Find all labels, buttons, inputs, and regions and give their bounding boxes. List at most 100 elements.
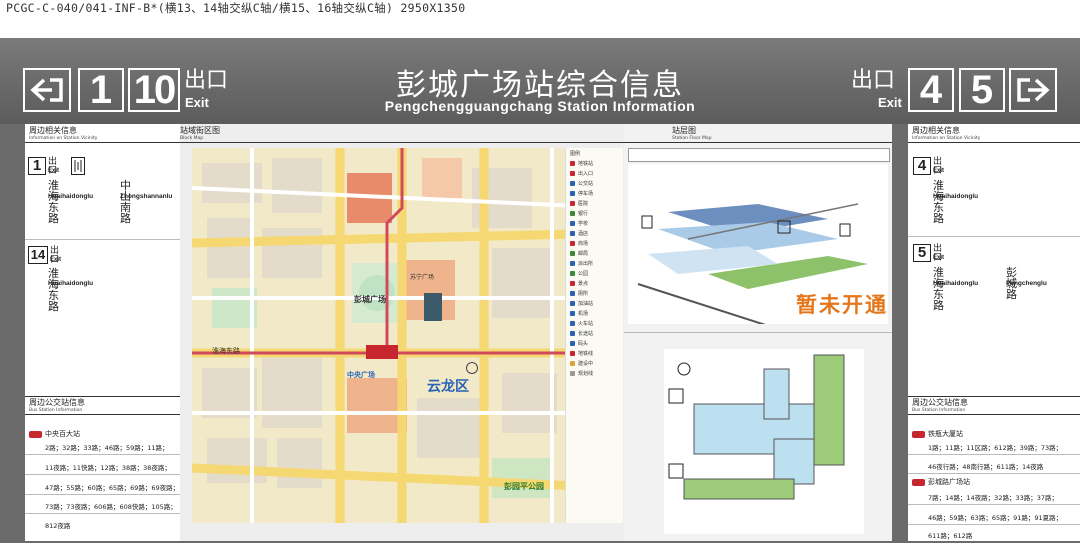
legend-item: 学校 (570, 220, 588, 227)
divider (624, 142, 892, 143)
legend-item: 厕所 (570, 290, 588, 297)
legend-item: 酒店 (570, 230, 588, 237)
bus-line-row: 46夜行路；48南行路；611路；14夜路 (928, 463, 1044, 471)
map-label-central-square: 中央广场 (347, 371, 375, 379)
legend-item: 机场 (570, 310, 588, 317)
road-name-en: Huaihaidonglu (933, 193, 979, 200)
bus-line-row: 2路；32路；33路；46路；59路；11路； (45, 444, 169, 452)
legend-item: 公园 (570, 270, 588, 277)
floor-map-title-cn: 站层图 (672, 126, 696, 135)
legend-item: 公交站 (570, 180, 593, 187)
divider (25, 142, 181, 143)
vicinity-title-cn-left: 周边相关信息 (29, 126, 77, 135)
bus-stop-name: 彭城路广场站 (928, 478, 970, 486)
divider (908, 524, 1080, 525)
vicinity-title-cn-right: 周边相关信息 (912, 126, 960, 135)
bus-stop: 彭城路广场站 (912, 477, 970, 487)
legend-item: 加油站 (570, 300, 593, 307)
divider (908, 414, 1080, 415)
divider (25, 454, 181, 455)
divider (25, 239, 181, 240)
legend-item: 停车场 (570, 190, 593, 197)
divider (908, 504, 1080, 505)
bus-line-row: 73路；73夜路；606路；608快路；105路； (45, 503, 177, 511)
road-name-en: Zhongshannanlu (120, 193, 173, 200)
bus-line-row: 47路；55路；60路；65路；69路；69夜路； (45, 484, 180, 492)
divider (908, 236, 1080, 237)
left-info-panel: 周边相关信息 Information on Station Vicinity 1… (25, 124, 181, 541)
right-info-panel: 周边相关信息 Information on Station Vicinity 4… (908, 124, 1080, 541)
map-label-yunlong-district: 云龙区 (427, 379, 469, 395)
vicinity-title-en-right: Information on Station Vicinity (912, 136, 981, 141)
divider (25, 513, 181, 514)
exit-info-en: Exit (50, 257, 62, 263)
legend-item: 长途站 (570, 330, 593, 337)
road-name-en: Pengchenglu (1006, 280, 1047, 287)
legend-item: 景点 (570, 280, 588, 287)
legend-item: 出入口 (570, 170, 593, 177)
legend-item: 建设中 (570, 360, 593, 367)
road-name-cn: 淮海东路 (933, 266, 944, 312)
compass-icon (466, 362, 478, 374)
exit-info-number: 4 (913, 157, 931, 175)
divider (908, 142, 1080, 143)
legend-item: 图例 (570, 151, 581, 157)
road-name-en: Huaihaidonglu (48, 193, 94, 200)
legend-item: 火车站 (570, 320, 593, 327)
exit-number-5: 5 (959, 68, 1005, 112)
spec-line: PCGC-C-040/041-INF-B*(横13、14轴交纵C轴/横15、16… (6, 1, 466, 15)
divider (25, 494, 181, 495)
bus-title-en-left: Bus Station Information (29, 408, 83, 413)
exit-label-cn-right: 出口 (851, 68, 896, 93)
road-name-cn: 淮海东路 (48, 179, 59, 225)
map-label-road: 淮海东路 (212, 347, 240, 355)
exit-info-en: Exit (933, 255, 945, 261)
exit-info-number: 1 (28, 157, 46, 175)
map-label-park: 彭园平公园 (504, 482, 544, 491)
map-label-pengcheng-square: 彭城广场 (354, 295, 386, 304)
bus-stop: 铁瓶大厦站 (912, 429, 963, 439)
exit-info-en: Exit (933, 168, 945, 174)
legend-item: 规划线 (570, 370, 593, 377)
legend-item: 邮局 (570, 250, 588, 257)
map-label-suning-plaza: 苏宁广场 (410, 274, 435, 281)
bus-line-row: 11夜路；11快路；12路；38路；38夜路； (45, 464, 171, 472)
road-name-cn: 中山南路 (120, 179, 131, 225)
bus-title-cn-left: 周边公交站信息 (29, 398, 85, 407)
bus-title-en-right: Bus Station Information (912, 408, 966, 413)
divider (908, 454, 1080, 455)
board-header: 1 10 出口 Exit 彭城广场站综合信息 Pengchengguangcha… (0, 38, 1080, 124)
legend-item: 银行 (570, 210, 588, 217)
bus-title-cn-right: 周边公交站信息 (912, 398, 968, 407)
divider (624, 332, 892, 333)
road-name-en: Huaihaidonglu (933, 280, 979, 287)
legend-item: 地铁站 (570, 160, 593, 167)
legend-item: 医院 (570, 200, 588, 207)
ticket-gate-icon (71, 157, 85, 175)
divider (25, 414, 181, 415)
road-name-en: Huaihaidonglu (48, 280, 94, 287)
block-map-title-cn: 站域街区图 (180, 126, 220, 135)
bus-icon (912, 430, 925, 438)
bus-icon (912, 478, 925, 486)
bus-line-row: 7路；14路；14夜路；32路；33路；37路； (928, 494, 1058, 502)
legend-item: 派出所 (570, 260, 593, 267)
legend-item: 地铁线 (570, 350, 593, 357)
block-map: 彭城广场 云龙区 中央广场 苏宁广场 彭园平公园 淮海东路 (192, 148, 622, 523)
legend-item: 码头 (570, 340, 588, 347)
street-map-drawing (192, 148, 622, 523)
bus-line-row: 1路；11路；11区路；612路；39路；73路； (928, 444, 1063, 452)
divider (908, 473, 1080, 474)
road-name-cn: 淮海东路 (933, 179, 944, 225)
exit-info-en: Exit (48, 168, 60, 174)
bus-stop: 中央百大站 (29, 429, 80, 439)
bus-icon (29, 430, 42, 438)
bus-stop-name: 铁瓶大厦站 (928, 430, 963, 438)
vicinity-title-en-left: Information on Station Vicinity (29, 136, 98, 141)
exit-number-4: 4 (908, 68, 954, 112)
divider (25, 474, 181, 475)
divider (908, 396, 1080, 397)
bus-line-row: 611路；612路 (928, 532, 973, 540)
bus-stop-name: 中央百大站 (45, 430, 80, 438)
floor-legend-bar (628, 148, 890, 162)
